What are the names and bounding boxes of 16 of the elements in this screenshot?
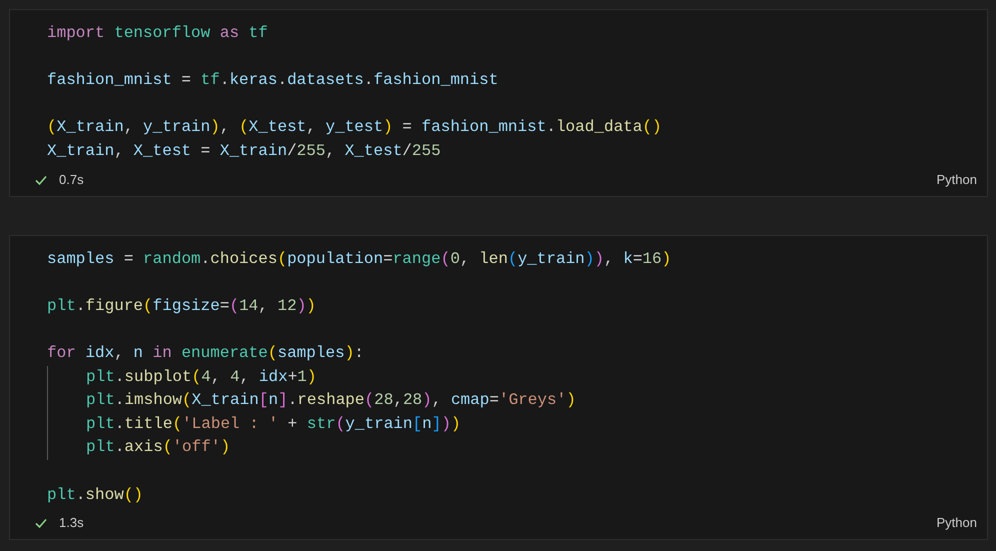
code-line: import tensorflow as tf	[47, 23, 268, 44]
code-line: plt.figure(figsize=(14, 12))	[47, 296, 316, 317]
code-line: (X_train, y_train), (X_test, y_test) = fashion_mnist.load_data()	[47, 117, 662, 138]
execution-time: 0.7s	[59, 170, 84, 189]
cell-language[interactable]: Python	[932, 170, 981, 190]
code-line: plt.imshow(X_train[n].reshape(28,28), cmap='Greys')	[86, 390, 576, 412]
code-line: plt.title('Label : ' + str(y_train[n]))	[86, 414, 461, 435]
code-line: samples = random.choices(population=range(0, len(y_train)), k=16)	[47, 248, 672, 270]
execution-time: 1.3s	[59, 514, 84, 532]
code-line: plt.subplot(4, 4, idx+1)	[86, 366, 317, 388]
code-line: fashion_mnist = tf.keras.datasets.fashion_mnist	[47, 70, 498, 92]
code-line: X_train, X_test = X_train/255, X_test/255	[47, 140, 441, 162]
code-line: plt.show()	[47, 484, 144, 506]
code-line: for idx, n in enumerate(samples):	[47, 342, 364, 364]
cell-language[interactable]: Python	[932, 513, 981, 533]
code-line: plt.axis('off')	[86, 437, 230, 458]
